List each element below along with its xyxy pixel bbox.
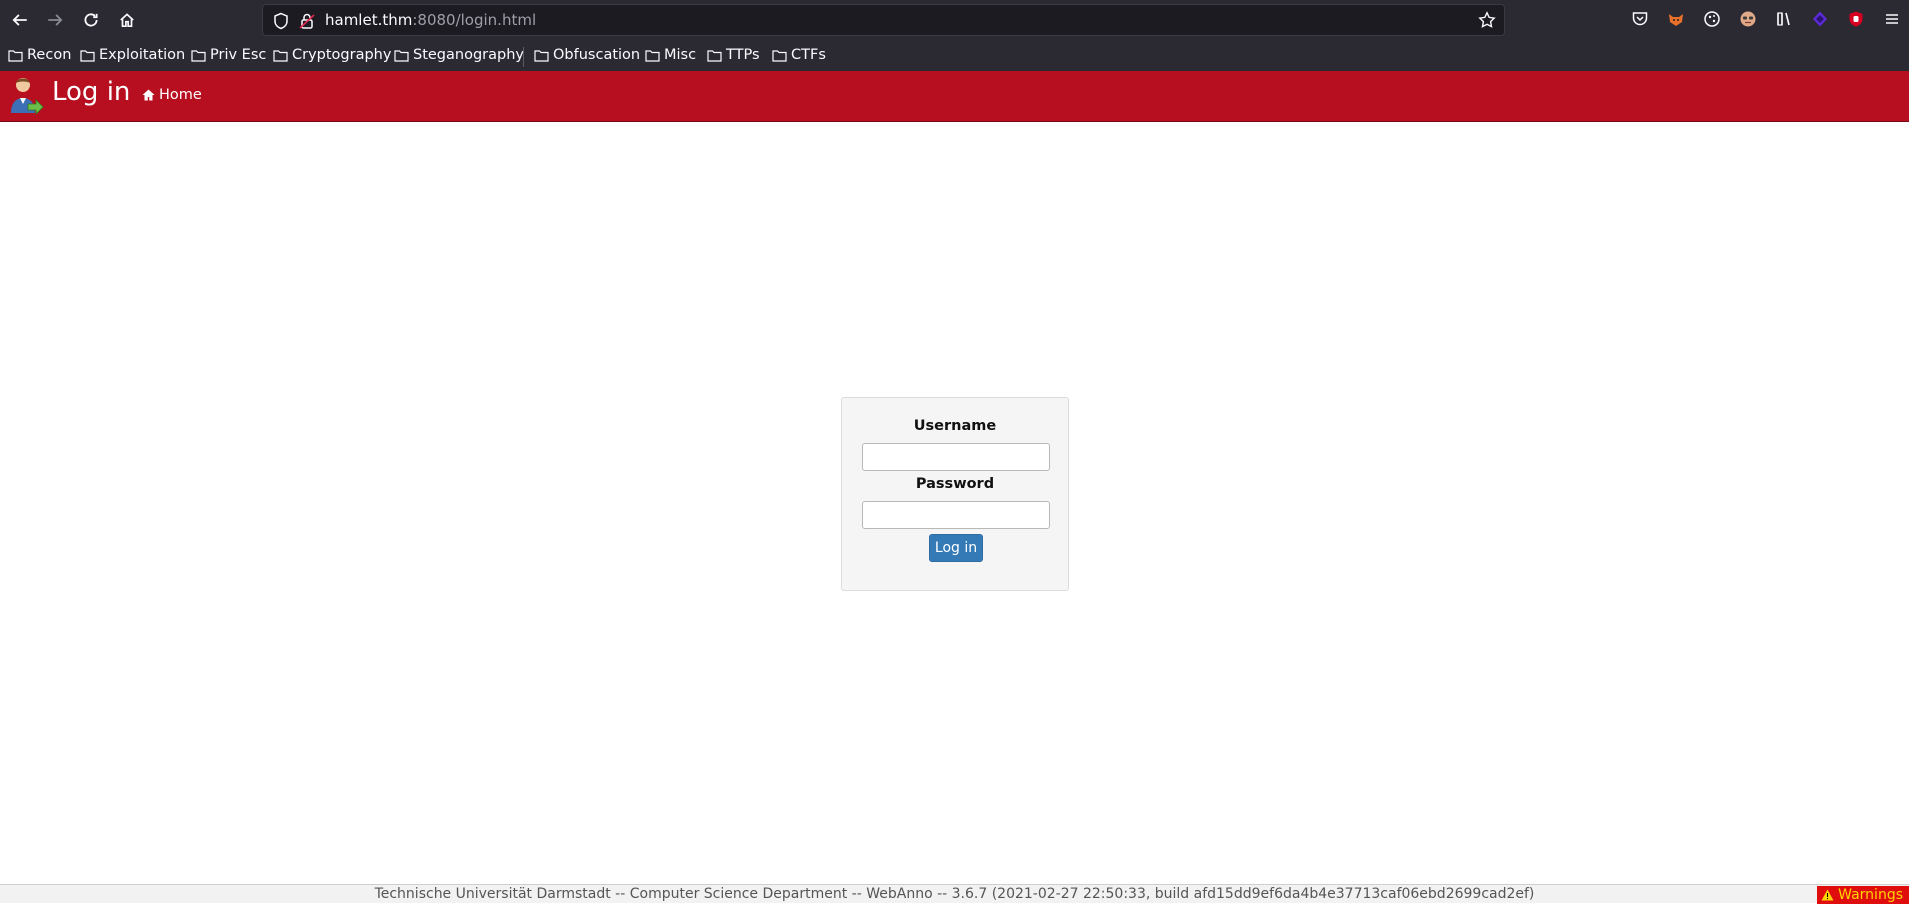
home-button[interactable] — [113, 6, 141, 34]
login-button[interactable]: Log in — [929, 534, 983, 562]
reload-icon — [84, 13, 98, 27]
home-icon — [120, 13, 134, 28]
bookmark-label: TTPs — [726, 47, 760, 63]
url-text[interactable]: hamlet.thm:8080/login.html — [325, 11, 536, 29]
folder-icon — [534, 49, 549, 62]
url-path: :8080/login.html — [412, 11, 537, 29]
bookmark-folder[interactable]: Exploitation — [80, 47, 185, 63]
bookmark-folder[interactable]: Cryptography — [273, 47, 391, 63]
bookmark-folder[interactable]: CTFs — [772, 47, 826, 63]
bookmark-label: Priv Esc — [210, 47, 267, 63]
url-host: hamlet.thm — [325, 11, 413, 29]
home-link-label: Home — [159, 87, 202, 103]
page-title: Log in — [52, 77, 131, 107]
bookmark-folder[interactable]: Steganography — [394, 47, 524, 63]
bookmark-folder[interactable]: Misc — [645, 47, 696, 63]
home-icon — [142, 89, 155, 101]
home-link[interactable]: Home — [142, 87, 202, 103]
page-footer: Technische Universität Darmstadt -- Comp… — [0, 884, 1909, 904]
bookmarks-separator — [523, 47, 524, 67]
bookmark-label: CTFs — [791, 47, 826, 63]
app-header: Log in Home — [0, 71, 1909, 122]
folder-icon — [772, 49, 787, 62]
bookmark-folder[interactable]: Recon — [8, 47, 71, 63]
footer-text: Technische Universität Darmstadt -- Comp… — [374, 886, 1535, 902]
warning-icon — [1821, 889, 1834, 901]
folder-icon — [80, 49, 95, 62]
shield-icon[interactable] — [273, 12, 289, 30]
forward-button[interactable] — [41, 6, 69, 34]
ublock-icon[interactable] — [1846, 9, 1866, 29]
arrow-left-icon — [12, 14, 27, 26]
bookmark-star-icon[interactable] — [1478, 11, 1496, 29]
bookmark-label: Cryptography — [292, 47, 392, 63]
folder-icon — [707, 49, 722, 62]
address-bar[interactable]: hamlet.thm:8080/login.html — [262, 4, 1505, 36]
bookmark-folder[interactable]: Priv Esc — [191, 47, 266, 63]
bookmark-label: Exploitation — [99, 47, 186, 63]
reload-button[interactable] — [77, 6, 105, 34]
username-label: Username — [913, 418, 997, 434]
folder-icon — [394, 49, 409, 62]
warnings-button[interactable]: Warnings — [1817, 886, 1909, 904]
menu-hamburger-icon[interactable] — [1882, 9, 1902, 29]
pocket-icon[interactable] — [1630, 9, 1650, 29]
folder-icon — [645, 49, 660, 62]
login-form: Username Password Log in — [841, 397, 1069, 591]
password-label: Password — [915, 476, 995, 492]
bookmark-label: Steganography — [413, 47, 524, 63]
foxyproxy-icon[interactable] — [1666, 9, 1686, 29]
username-field[interactable] — [862, 443, 1050, 471]
warnings-label: Warnings — [1838, 887, 1903, 903]
bookmark-label: Misc — [664, 47, 697, 63]
cookie-icon[interactable] — [1702, 9, 1722, 29]
insecure-lock-icon[interactable] — [299, 12, 315, 30]
bookmark-folder[interactable]: Obfuscation — [534, 47, 640, 63]
arrow-right-icon — [48, 14, 63, 26]
folder-icon — [191, 49, 206, 62]
wappalyzer-face-icon[interactable] — [1738, 9, 1758, 29]
folder-icon — [8, 49, 23, 62]
library-icon[interactable] — [1774, 9, 1794, 29]
folder-icon — [273, 49, 288, 62]
bookmark-label: Recon — [27, 47, 72, 63]
user-login-icon — [11, 78, 44, 115]
hacktools-icon[interactable] — [1810, 9, 1830, 29]
bookmark-folder[interactable]: TTPs — [707, 47, 760, 63]
browser-chrome: hamlet.thm:8080/login.html Recon Exploit… — [0, 0, 1909, 71]
back-button[interactable] — [6, 6, 34, 34]
password-field[interactable] — [862, 501, 1050, 529]
bookmark-label: Obfuscation — [553, 47, 641, 63]
